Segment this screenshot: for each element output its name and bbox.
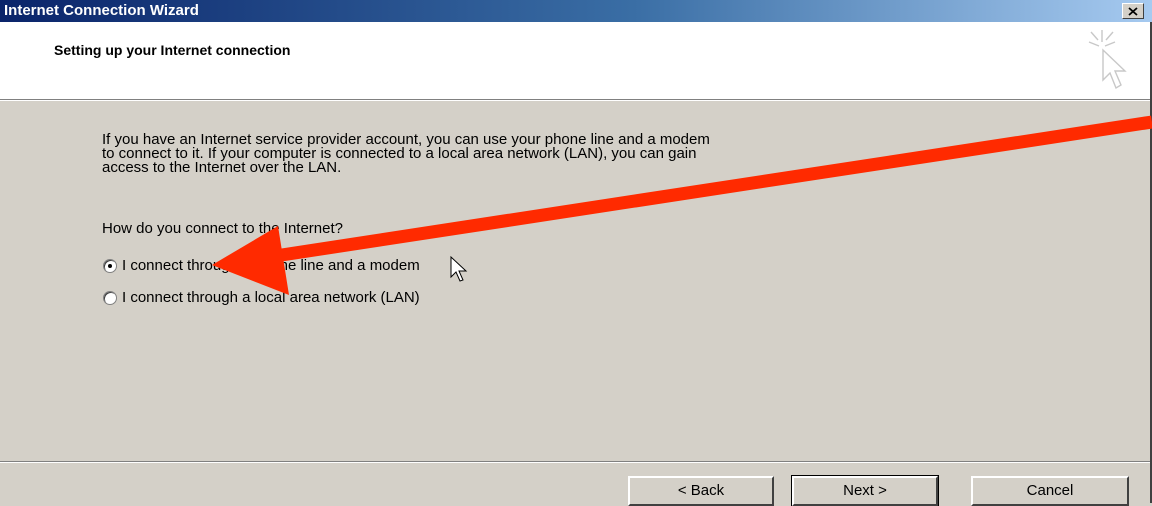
close-button[interactable]	[1122, 3, 1144, 19]
radio-selected-dot	[108, 264, 112, 268]
cancel-button[interactable]: Cancel	[971, 476, 1129, 506]
page-title: Setting up your Internet connection	[54, 42, 291, 58]
radio-button-lan[interactable]	[103, 291, 117, 305]
footer-divider-highlight	[0, 462, 1152, 463]
radio-label-modem[interactable]: I connect through a phone line and a mod…	[122, 258, 420, 274]
header-divider	[0, 100, 1152, 101]
radio-button-modem[interactable]	[103, 259, 117, 273]
title-bar: Internet Connection Wizard	[0, 0, 1152, 22]
intro-text-line-3: access to the Internet over the LAN.	[102, 159, 342, 176]
mouse-cursor-icon	[450, 255, 468, 282]
wizard-cursor-icon	[1088, 30, 1127, 90]
radio-label-lan[interactable]: I connect through a local area network (…	[122, 290, 420, 306]
next-button[interactable]: Next >	[791, 475, 939, 506]
wizard-header: Setting up your Internet connection	[0, 22, 1152, 100]
back-button[interactable]: < Back	[628, 476, 774, 506]
question-label: How do you connect to the Internet?	[102, 220, 343, 237]
close-icon	[1128, 7, 1138, 16]
window-title: Internet Connection Wizard	[4, 2, 199, 19]
